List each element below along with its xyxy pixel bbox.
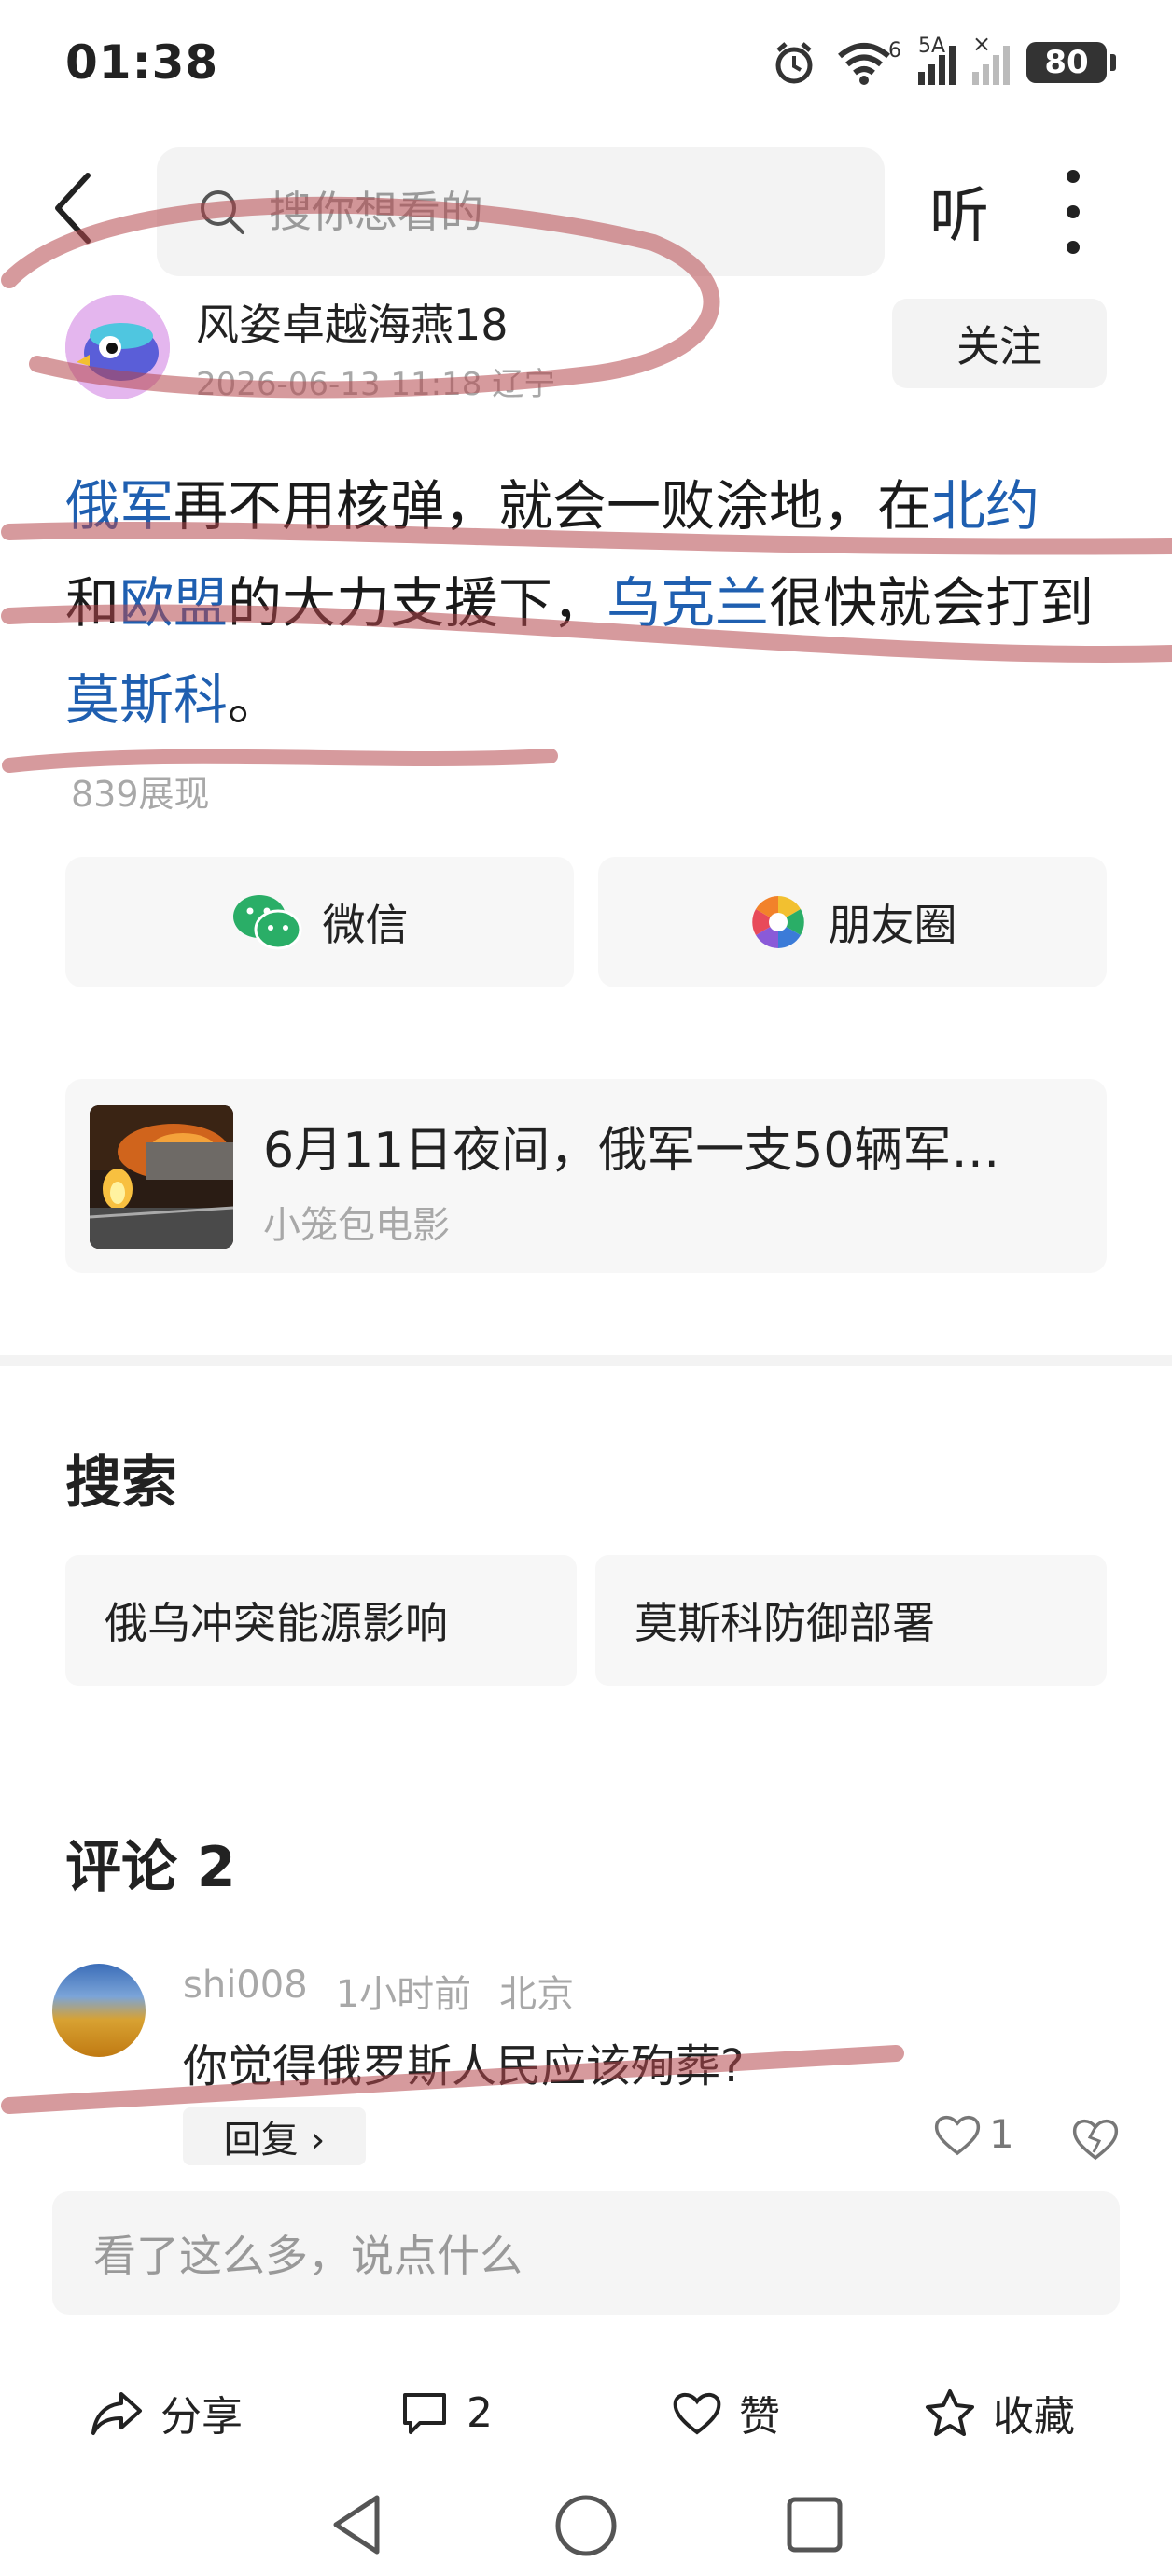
back-arrow-icon [55,173,91,244]
follow-button[interactable]: 关注 [892,299,1107,388]
related-video-title: 6月11日夜间，俄军一支50辆军… [263,1123,1000,1179]
comments-section-title: 评论 2 [65,1835,236,1900]
heart-icon [673,2392,721,2435]
system-navigation-bar [0,2481,1172,2576]
like-label: 赞 [739,2393,780,2441]
comment-like-button[interactable]: 1 [933,2111,1014,2157]
topic-link[interactable]: 莫斯科 [65,668,228,732]
comment-time: 1小时前 [335,1973,472,2016]
wechat-icon [232,895,301,950]
article-text: 很快就会打到 [769,571,1095,635]
related-video-thumbnail [90,1105,233,1249]
alarm-icon [775,42,813,84]
status-icons: 6 5A × 80 [771,31,1116,88]
comment-input[interactable]: 看了这么多，说点什么 [52,2191,1120,2315]
article-text: 。 [228,668,283,732]
comment-like-count: 1 [989,2111,1014,2157]
topic-link[interactable]: 俄军 [65,474,174,538]
nav-recents-icon[interactable] [784,2494,845,2555]
share-label: 分享 [160,2393,243,2441]
related-video-card[interactable]: 6月11日夜间，俄军一支50辆军… 小笼包电影 [65,1079,1107,1273]
status-time: 01:38 [65,35,219,90]
search-section-title: 搜索 [65,1450,177,1516]
back-button[interactable] [47,166,121,259]
reply-button[interactable]: 回复 › [183,2107,366,2165]
comment-count: 2 [467,2388,493,2437]
article-text: 再不用核弹，就会一败涂地，在 [174,474,932,538]
author-avatar[interactable] [65,295,170,399]
heart-icon [934,2115,981,2155]
share-wechat-label: 微信 [322,900,409,950]
view-count: 839展现 [71,774,210,815]
post-meta: 2026-06-13 11:18 辽宁 [196,366,556,403]
comment-meta: shi008 1小时前 北京 [183,1964,574,2018]
nav-home-icon[interactable] [552,2492,620,2559]
wifi-icon [838,43,890,85]
listen-button[interactable]: 听 [929,168,1004,254]
star-icon [926,2389,974,2436]
search-bar[interactable] [157,147,885,276]
battery-indicator: 80 [1026,42,1116,83]
search-icon [201,190,244,234]
more-options-icon[interactable] [1054,170,1092,254]
comment-button[interactable]: 2 [399,2371,493,2455]
commenter-name[interactable]: shi008 [183,1964,308,2018]
comment-location: 北京 [499,1973,575,2016]
commenter-avatar[interactable] [52,1964,146,2057]
author-name[interactable]: 风姿卓越海燕18 [196,291,509,353]
topic-link[interactable]: 乌克兰 [607,571,769,635]
search-suggestion-chip[interactable]: 莫斯科防御部署 [595,1555,1107,1686]
article-body: 俄军再不用核弹，就会一败涂地，在北约和欧盟的大力支援下，乌克兰很快就会打到莫斯科… [65,457,1110,749]
signal-off: × [972,31,1010,85]
network-label: 5A [918,35,946,58]
share-wechat-button[interactable]: 微信 [65,857,574,987]
collect-button[interactable]: 收藏 [924,2371,1075,2455]
nav-back-icon[interactable] [327,2492,386,2557]
article-text: 和 [65,571,120,635]
article-text: 的大力支援下， [228,571,607,635]
comment-icon [403,2393,446,2434]
moments-icon [751,896,804,948]
related-video-source: 小笼包电影 [263,1204,450,1247]
share-moments-button[interactable]: 朋友圈 [598,857,1107,987]
signal-5a: 5A [918,35,956,85]
broken-heart-icon [1072,2120,1119,2161]
comment-dislike-button[interactable] [1069,2113,1122,2165]
wifi-label: 6 [888,38,901,63]
bottom-action-bar: 分享 2 赞 收藏 [0,2371,1172,2455]
section-divider [0,1355,1172,1366]
topic-link[interactable]: 欧盟 [119,571,228,635]
share-button[interactable]: 分享 [90,2371,243,2455]
search-suggestion-chip[interactable]: 俄乌冲突能源影响 [65,1555,577,1686]
topic-link[interactable]: 北约 [931,474,1039,538]
share-icon [91,2392,142,2435]
collect-label: 收藏 [993,2393,1075,2441]
comment-text: 你觉得俄罗斯人民应该殉葬? [183,2040,745,2093]
like-button[interactable]: 赞 [672,2371,780,2455]
search-input[interactable] [269,187,866,237]
share-moments-label: 朋友圈 [828,900,957,950]
